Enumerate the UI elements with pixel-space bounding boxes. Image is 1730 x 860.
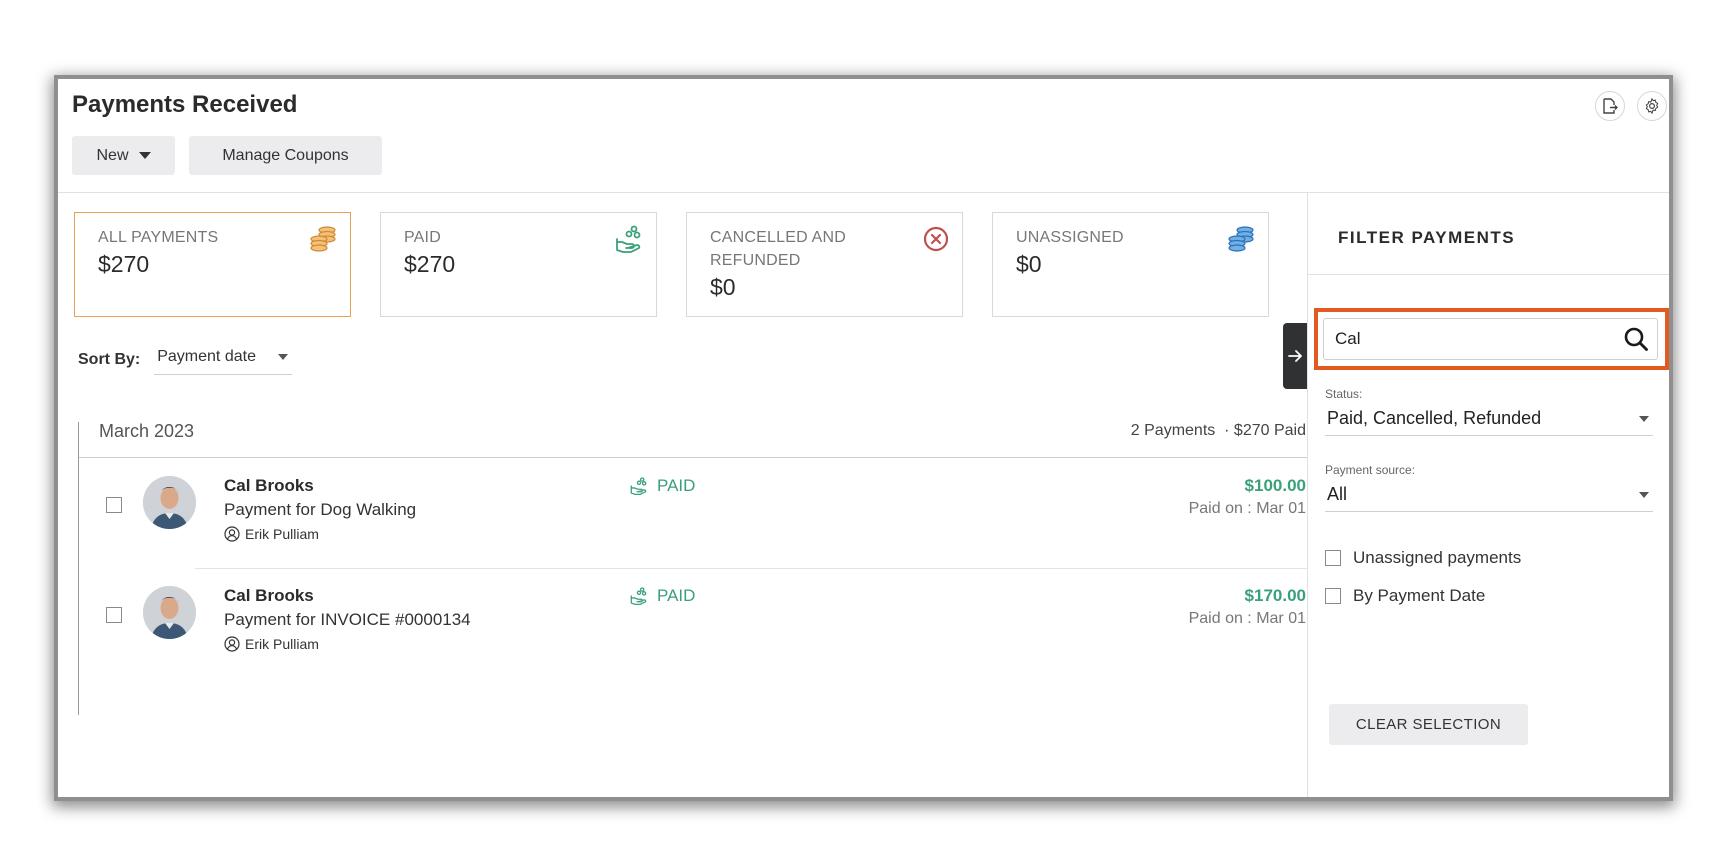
- gear-icon: [1645, 97, 1659, 115]
- month-title: March 2023: [99, 421, 195, 441]
- payer-name[interactable]: Cal Brooks: [224, 586, 314, 606]
- source-field-label: Payment source:: [1325, 463, 1416, 477]
- coins-stack-icon: [310, 226, 336, 252]
- avatar: [143, 476, 196, 529]
- card-label: PAID: [404, 229, 441, 246]
- by-payment-date-label: By Payment Date: [1353, 586, 1486, 605]
- paid-on-date: Paid on : Mar 01: [1188, 500, 1306, 517]
- row-checkbox[interactable]: [106, 607, 122, 623]
- status-field-label: Status:: [1325, 387, 1363, 401]
- manage-coupons-button[interactable]: Manage Coupons: [189, 136, 382, 175]
- status-select[interactable]: Paid, Cancelled, Refunded: [1325, 402, 1653, 436]
- sort-value: Payment date: [157, 348, 256, 365]
- hand-coins-icon: [630, 477, 647, 495]
- source-select-value: All: [1327, 484, 1348, 504]
- hand-coins-icon: [616, 225, 641, 253]
- search-icon[interactable]: [1623, 326, 1649, 352]
- unassigned-label: Unassigned payments: [1353, 548, 1522, 567]
- chevron-down-icon: [277, 354, 288, 360]
- top-right-actions: [1595, 91, 1667, 121]
- payment-amount: $170.00: [1244, 586, 1306, 605]
- by-payment-date-checkbox[interactable]: By Payment Date: [1325, 586, 1485, 606]
- card-amount: $270: [404, 251, 456, 277]
- status-label: PAID: [657, 586, 696, 605]
- status-badge: PAID: [629, 586, 695, 606]
- user-circle-icon: [224, 636, 240, 652]
- toolbar: New Manage Coupons: [72, 136, 382, 175]
- export-button[interactable]: [1595, 91, 1625, 121]
- user-circle-icon: [224, 526, 240, 542]
- payment-description: Payment for Dog Walking: [224, 500, 417, 519]
- list-item[interactable]: Cal Brooks Payment for INVOICE #0000134 …: [58, 569, 1330, 669]
- new-button[interactable]: New: [72, 136, 175, 175]
- status-select-value: Paid, Cancelled, Refunded: [1327, 408, 1542, 428]
- sort-label: Sort By:: [78, 350, 141, 368]
- paid-on-date: Paid on : Mar 01: [1188, 610, 1306, 627]
- page-title: Payments Received: [72, 91, 298, 118]
- staff-assignee: Erik Pulliam: [224, 636, 319, 652]
- payer-name[interactable]: Cal Brooks: [224, 476, 314, 496]
- sort-select[interactable]: Payment date: [154, 344, 292, 375]
- card-label: ALL PAYMENTS: [98, 229, 219, 246]
- card-amount: $270: [98, 251, 150, 277]
- new-button-label: New: [96, 146, 129, 164]
- card-amount: $0: [710, 274, 736, 300]
- unassigned-checkbox[interactable]: Unassigned payments: [1325, 548, 1521, 568]
- card-paid[interactable]: PAID $270: [380, 212, 657, 317]
- month-divider: [79, 457, 1330, 458]
- avatar: [143, 586, 196, 639]
- card-cancelled-refunded[interactable]: CANCELLED AND REFUNDED $0: [686, 212, 963, 317]
- filter-divider: [1308, 274, 1669, 275]
- search-field[interactable]: [1323, 318, 1658, 360]
- staff-name: Erik Pulliam: [245, 526, 319, 542]
- month-summary: 2 Payments · $270 Paid: [1130, 422, 1306, 439]
- staff-assignee: Erik Pulliam: [224, 526, 319, 542]
- settings-button[interactable]: [1637, 91, 1667, 121]
- clear-selection-button[interactable]: CLEAR SELECTION: [1329, 704, 1528, 745]
- chevron-down-icon: [1639, 491, 1649, 498]
- cancel-circle-icon: [923, 226, 949, 252]
- source-select[interactable]: All: [1325, 478, 1653, 512]
- staff-name: Erik Pulliam: [245, 636, 319, 652]
- row-checkbox[interactable]: [106, 497, 122, 513]
- payment-description: Payment for INVOICE #0000134: [224, 610, 471, 629]
- chevron-down-icon: [138, 152, 151, 159]
- chevron-down-icon: [1639, 415, 1649, 422]
- hand-coins-icon: [630, 587, 647, 605]
- arrow-right-icon: [1288, 350, 1302, 362]
- search-input[interactable]: [1333, 328, 1623, 350]
- status-badge: PAID: [629, 476, 695, 496]
- card-label: CANCELLED AND REFUNDED: [710, 229, 846, 269]
- payments-window: Payments Received New Manage Coupons ALL…: [58, 79, 1669, 797]
- payment-amount: $100.00: [1244, 476, 1306, 495]
- summary-cards: ALL PAYMENTS $270 PAID $270 CANCELLED AN…: [74, 212, 1269, 317]
- card-unassigned[interactable]: UNASSIGNED $0: [992, 212, 1269, 317]
- card-all-payments[interactable]: ALL PAYMENTS $270: [74, 212, 351, 317]
- card-label: UNASSIGNED: [1016, 229, 1124, 246]
- list-item[interactable]: Cal Brooks Payment for Dog Walking Erik …: [58, 459, 1330, 559]
- export-icon: [1603, 98, 1618, 114]
- collapse-filter-button[interactable]: [1283, 323, 1307, 389]
- filter-title: FILTER PAYMENTS: [1338, 228, 1516, 247]
- sort-control: Sort By: Payment date: [78, 344, 292, 375]
- filter-panel: FILTER PAYMENTS Status: Paid, Cancelled,…: [1307, 193, 1669, 797]
- checkbox-box[interactable]: [1325, 550, 1341, 566]
- card-amount: $0: [1016, 251, 1042, 277]
- coins-stack-icon: [1228, 226, 1254, 252]
- status-label: PAID: [657, 476, 696, 495]
- checkbox-box[interactable]: [1325, 588, 1341, 604]
